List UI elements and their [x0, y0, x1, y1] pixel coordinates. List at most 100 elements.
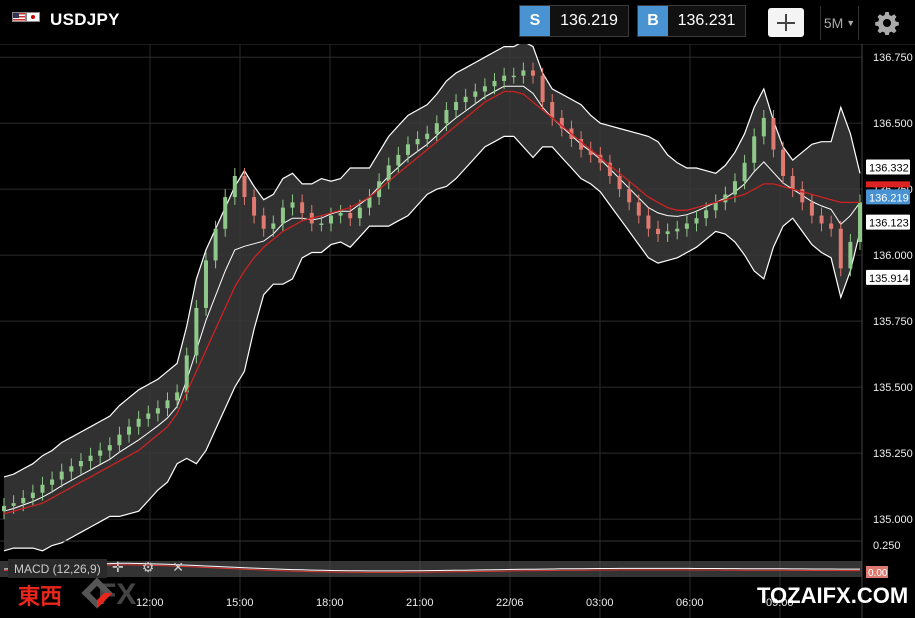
candle-body — [261, 215, 266, 229]
candle-body — [656, 228, 661, 235]
candle-body — [530, 70, 535, 76]
candle-body — [848, 241, 853, 269]
y-tick-label: 135.750 — [873, 316, 913, 328]
candle-body — [165, 400, 170, 409]
candle-body — [434, 123, 439, 134]
move-icon[interactable]: ✛ — [112, 559, 124, 576]
candle-body — [665, 231, 670, 235]
candle-body — [2, 505, 6, 512]
close-icon[interactable]: ✕ — [172, 559, 184, 576]
candle-body — [184, 355, 189, 393]
candle-body — [223, 197, 228, 229]
price-tag-label: 136.219 — [869, 192, 909, 204]
flag-us-icon — [12, 12, 26, 22]
candle-body — [69, 466, 74, 472]
gear-icon[interactable] — [870, 6, 904, 40]
candle-body — [203, 260, 208, 308]
candle-body — [367, 197, 372, 208]
candle-body — [194, 307, 199, 356]
candle-body — [11, 503, 16, 506]
candle-body — [146, 413, 151, 419]
candle-body — [271, 223, 276, 229]
candle-body — [752, 136, 757, 163]
candle-body — [482, 86, 487, 92]
candle-body — [155, 408, 160, 414]
candle-body — [329, 215, 334, 224]
candle-body — [463, 96, 468, 103]
timeframe-value: 5M — [823, 15, 844, 31]
y-tick-label: 136.750 — [873, 52, 913, 64]
candle-body — [348, 212, 353, 219]
x-tick-label: 03:00 — [586, 597, 614, 609]
sell-button[interactable]: S 136.219 — [519, 5, 629, 37]
candle-body — [50, 479, 55, 485]
candle-body — [136, 418, 141, 427]
candle-body — [761, 117, 766, 137]
candle-body — [646, 215, 651, 229]
price-chart[interactable]: 136.750136.500136.250136.000135.750135.5… — [0, 44, 915, 618]
candle-body — [40, 484, 45, 493]
sell-label: S — [520, 6, 550, 36]
candle-body — [290, 202, 295, 208]
current-price-marker — [866, 181, 910, 188]
x-tick-label: 22/06 — [496, 597, 524, 609]
candle-body — [78, 461, 83, 467]
candle-body — [617, 175, 622, 190]
candle-body — [232, 175, 237, 198]
buy-button[interactable]: B 136.231 — [637, 5, 746, 37]
candle-body — [98, 450, 103, 456]
candle-body — [396, 154, 401, 166]
buy-label: B — [638, 6, 668, 36]
candle-body — [107, 445, 112, 451]
macd-tools: ✛ ⚙ ✕ — [112, 559, 184, 576]
candle-body — [511, 75, 516, 78]
candle-body — [713, 202, 718, 211]
candle-body — [319, 223, 324, 225]
macd-axis-top: 0.250 — [873, 540, 901, 552]
buy-price: 136.231 — [668, 6, 745, 36]
candle-body — [829, 223, 834, 229]
candle-body — [338, 212, 343, 216]
y-tick-label: 135.000 — [873, 514, 913, 526]
candle-body — [242, 175, 247, 198]
x-tick-label: 18:00 — [316, 597, 344, 609]
candle-body — [704, 210, 709, 219]
macd-label[interactable]: MACD (12,26,9) — [8, 559, 107, 578]
crosshair-icon[interactable] — [768, 8, 804, 37]
watermark-kanji: 東西 — [18, 585, 63, 610]
candle-body — [694, 218, 699, 224]
candle-body — [88, 455, 93, 462]
y-tick-label: 135.250 — [873, 448, 913, 460]
settings-icon[interactable]: ⚙ — [142, 559, 155, 576]
y-tick-label: 136.000 — [873, 250, 913, 262]
candle-body — [684, 223, 689, 229]
flag-jp-icon — [26, 12, 40, 22]
candle-body — [300, 202, 305, 213]
candle-body — [175, 392, 180, 401]
sell-price: 136.219 — [550, 6, 628, 36]
symbol-name[interactable]: USDJPY — [50, 10, 120, 30]
candle-body — [30, 492, 35, 498]
candle-body — [742, 162, 747, 182]
candle-body — [809, 202, 814, 216]
candle-body — [405, 144, 410, 155]
x-tick-label: 21:00 — [406, 597, 434, 609]
candle-body — [117, 434, 122, 446]
x-tick-label: 12:00 — [136, 597, 164, 609]
x-tick-label: 06:00 — [676, 597, 704, 609]
candle-body — [502, 75, 507, 81]
macd-axis-mid: 0.00 — [868, 568, 888, 579]
bollinger-band-fill — [4, 44, 860, 551]
timeframe-dropdown[interactable]: 5M ▼ — [820, 6, 859, 40]
watermark-url: TOZAIFX.COM — [757, 583, 909, 608]
candle-body — [636, 202, 641, 216]
y-tick-label: 136.500 — [873, 118, 913, 130]
x-tick-label: 15:00 — [226, 597, 254, 609]
candle-body — [21, 497, 26, 504]
candle-body — [790, 175, 795, 190]
candle-body — [771, 117, 776, 150]
caret-down-icon: ▼ — [846, 18, 856, 28]
top-bar: USDJPY S 136.219 B 136.231 5M ▼ — [0, 0, 915, 45]
candle-body — [492, 80, 497, 87]
candle-body — [732, 181, 737, 195]
